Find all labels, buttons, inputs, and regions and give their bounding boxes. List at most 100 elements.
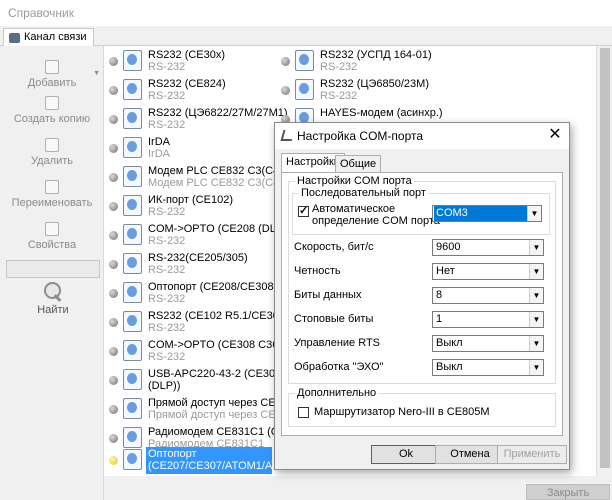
list-item[interactable]: RS232 (ЦЭ6850/23М) RS-232 <box>278 77 448 103</box>
scrollbar-thumb[interactable] <box>600 48 610 468</box>
list-item-type: RS-232 <box>148 90 186 102</box>
close-button[interactable]: Закрыть <box>526 484 610 500</box>
status-dot-icon <box>109 405 118 414</box>
list-item[interactable]: Оптопорт (CE208/CE308 (SMP)) RS-232 <box>106 280 311 306</box>
list-item-name: Оптопорт <box>148 448 197 460</box>
copy-label: Создать копию <box>13 113 91 125</box>
list-item-name: COM->OPTO (CE208 (DLP)) <box>148 223 291 235</box>
list-item[interactable]: RS232 (УСПД 164-01) RS-232 <box>278 48 448 74</box>
window-title: Справочник <box>8 6 74 20</box>
tab-general[interactable]: Общие <box>335 155 382 173</box>
list-item[interactable]: IrDA IrDA <box>106 135 276 161</box>
stop-bits-select[interactable]: 1 ▼ <box>432 311 544 328</box>
status-dot-icon <box>109 57 118 66</box>
chevron-down-icon[interactable]: ▼ <box>529 288 543 303</box>
list-item[interactable]: RS232 (CE824) RS-232 <box>106 77 276 103</box>
properties-icon <box>45 222 59 236</box>
com-port-dialog: Настройка COM-порта ✕ Настройки Общие На… <box>274 122 570 470</box>
find-button[interactable]: Найти <box>8 282 98 322</box>
copy-button[interactable]: Создать копию <box>4 94 100 132</box>
rename-button[interactable]: Переименовать <box>4 178 100 216</box>
close-icon[interactable]: ✕ <box>543 125 567 145</box>
device-icon <box>123 195 142 216</box>
parity-select[interactable]: Нет ▼ <box>432 263 544 280</box>
list-item-name: ИК-порт (CE102) <box>148 194 233 206</box>
list-item-type: RS-232 <box>148 293 186 305</box>
device-icon <box>123 340 142 361</box>
status-dot-icon <box>109 434 118 443</box>
cancel-button[interactable]: Отмена <box>435 445 505 464</box>
rts-control-label: Управление RTS <box>294 337 381 349</box>
data-bits-label: Биты данных <box>294 289 362 301</box>
tab-channel-label: Канал связи <box>24 31 87 43</box>
dialog-title-bar: Настройка COM-порта ✕ <box>275 123 569 149</box>
magnifier-icon <box>42 282 64 302</box>
search-input[interactable] <box>6 260 100 278</box>
list-scrollbar[interactable] <box>596 46 612 476</box>
list-item[interactable]: RS232 (CE102 R5.1/CE307) RS-232 <box>106 309 289 335</box>
list-item[interactable]: COM->OPTO (CE308 C36 (DLP)) RS-232 <box>106 338 314 364</box>
device-icon <box>123 79 142 100</box>
list-item-type: RS-232 <box>148 264 186 276</box>
list-item[interactable]: COM->OPTO (CE208 (DLP)) RS-232 <box>106 222 291 248</box>
status-dot-icon <box>109 347 118 356</box>
add-label: Добавить <box>27 77 77 89</box>
com-port-select[interactable]: COM3 ▼ <box>432 205 542 222</box>
add-icon <box>45 60 59 74</box>
device-icon <box>123 427 142 448</box>
rename-label: Переименовать <box>11 197 93 209</box>
chevron-down-icon[interactable]: ▼ <box>529 336 543 351</box>
window-title-bar: Справочник <box>0 0 612 26</box>
status-dot-icon <box>109 318 118 327</box>
list-item-name: RS232 (ЦЭ6850/23М) <box>320 78 429 90</box>
data-bits-value: 8 <box>436 289 443 301</box>
status-dot-icon <box>281 86 290 95</box>
add-button[interactable]: Добавить ▼ <box>4 58 100 96</box>
device-icon <box>123 253 142 274</box>
list-item-type: RS-232 <box>320 61 358 73</box>
chevron-down-icon[interactable]: ▼ <box>529 240 543 255</box>
list-item-selected[interactable]: Оптопорт (CE207/CE307/ATOM1/ATOM... <box>106 447 276 474</box>
list-item-type: RS-232 <box>148 351 186 363</box>
data-bits-select[interactable]: 8 ▼ <box>432 287 544 304</box>
router-label: Маршрутизатор Nero-III в CE805M <box>314 406 490 418</box>
echo-handling-label: Обработка "ЭХО" <box>294 361 384 373</box>
chevron-down-icon[interactable]: ▼ <box>527 206 541 221</box>
com-settings-legend: Настройки COM порта <box>295 175 414 187</box>
status-dot-icon <box>109 231 118 240</box>
list-item-name: RS232 (УСПД 164-01) <box>320 49 432 61</box>
chevron-down-icon[interactable]: ▼ <box>529 312 543 327</box>
device-icon <box>123 224 142 245</box>
chevron-down-icon[interactable]: ▼ <box>529 264 543 279</box>
list-item[interactable]: Модем PLC CE832 C3(C4) Модем PLC CE832 C3… <box>106 164 283 190</box>
list-item[interactable]: RS232 (ЦЭ6822/27М/27М1) RS-232 <box>106 106 288 132</box>
list-item-type: Модем PLC CE832 C3(C4) <box>148 177 283 189</box>
list-item[interactable]: RS232 (CE30x) RS-232 <box>106 48 276 74</box>
echo-handling-select[interactable]: Выкл ▼ <box>432 359 544 376</box>
auto-detect-checkbox[interactable] <box>298 204 309 217</box>
status-dot-icon <box>281 57 290 66</box>
chevron-down-icon[interactable]: ▼ <box>529 360 543 375</box>
copy-icon <box>45 96 59 110</box>
rts-control-select[interactable]: Выкл ▼ <box>432 335 544 352</box>
parity-label: Четность <box>294 265 341 277</box>
properties-button[interactable]: Свойства <box>4 220 100 258</box>
list-item-name: RS-232(CE205/305) <box>148 252 248 264</box>
status-dot-icon <box>109 376 118 385</box>
baud-rate-label: Скорость, бит/с <box>294 241 374 253</box>
list-item-type: RS-232 <box>148 322 186 334</box>
device-icon <box>123 369 142 390</box>
add-dropdown-arrow-icon[interactable]: ▼ <box>93 70 100 77</box>
list-item[interactable]: RS-232(CE205/305) RS-232 <box>106 251 276 277</box>
device-icon <box>123 311 142 332</box>
delete-button[interactable]: Удалить <box>4 136 100 174</box>
baud-rate-select[interactable]: 9600 ▼ <box>432 239 544 256</box>
list-item[interactable]: USB-APC220-43-2 (CE308 C36 (DLP)) <box>106 367 305 393</box>
ok-button[interactable]: Ok <box>371 445 441 464</box>
router-checkbox[interactable] <box>298 407 309 418</box>
selection-highlight: Оптопорт (CE207/CE307/ATOM1/ATOM... <box>146 447 272 474</box>
list-item[interactable]: ИК-порт (CE102) RS-232 <box>106 193 276 219</box>
tab-channel[interactable]: Канал связи <box>3 28 94 47</box>
apply-button[interactable]: Применить <box>497 445 567 464</box>
list-item[interactable]: Прямой доступ через CE805M Прямой доступ … <box>106 396 303 422</box>
